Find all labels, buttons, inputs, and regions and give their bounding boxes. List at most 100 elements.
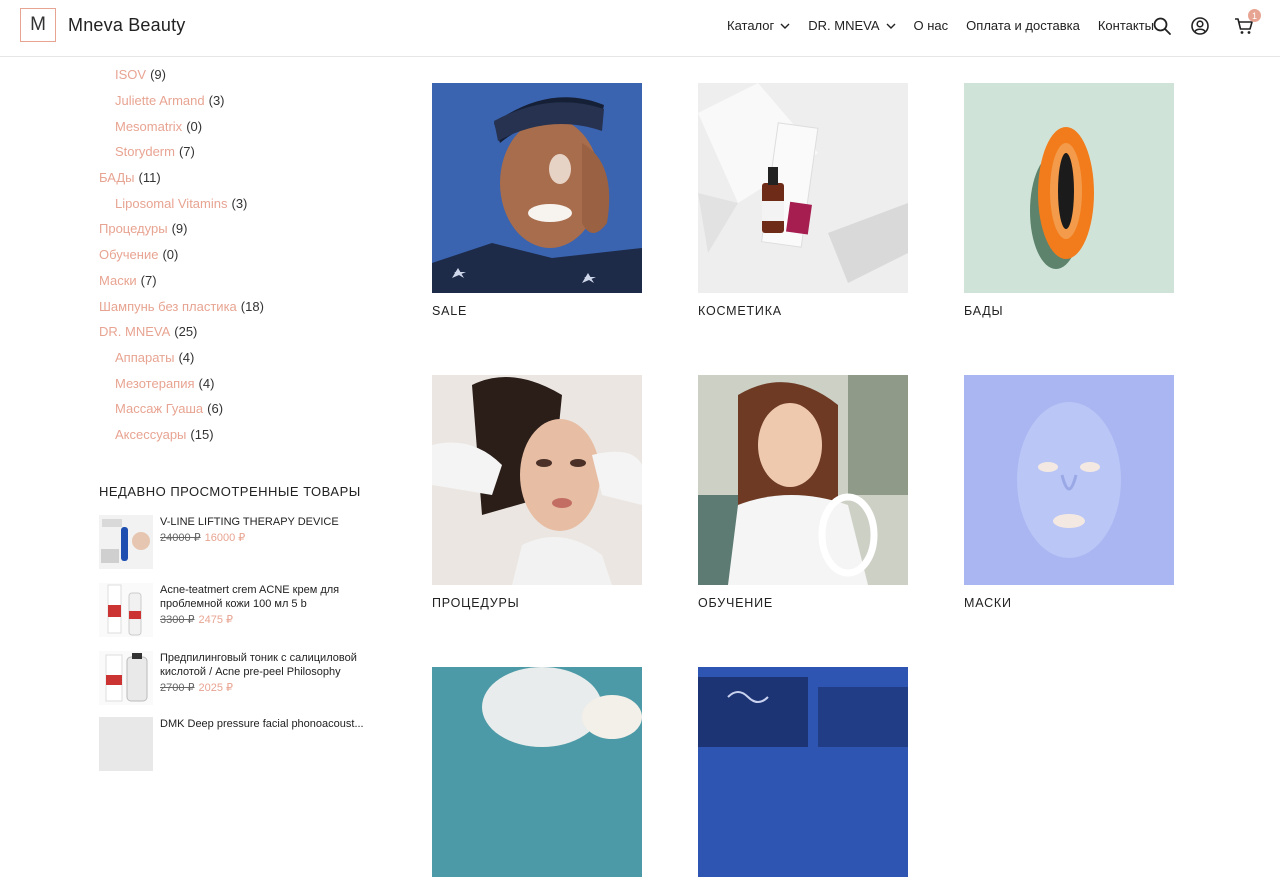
category-link[interactable]: Массаж Гуаша <box>115 401 203 416</box>
site-header: M Mneva Beauty Каталог DR. MNEVA О нас О… <box>0 0 1280 57</box>
category-item[interactable]: Обучение (0) <box>99 242 399 268</box>
nav-dr-mneva-label: DR. MNEVA <box>808 18 880 33</box>
category-link[interactable]: Mesomatrix <box>115 119 182 134</box>
category-link[interactable]: БАДы <box>99 170 135 185</box>
category-link[interactable]: Аппараты <box>115 350 174 365</box>
category-card-masks[interactable]: МАСКИ <box>964 375 1174 610</box>
nav-dr-mneva[interactable]: DR. MNEVA <box>808 18 896 33</box>
category-link[interactable]: DR. MNEVA <box>99 324 170 339</box>
category-card[interactable] <box>698 667 908 888</box>
category-link[interactable]: Обучение <box>99 247 158 262</box>
category-card[interactable] <box>432 667 642 888</box>
nav-contacts[interactable]: Контакты <box>1098 18 1154 33</box>
product-thumbnail[interactable] <box>99 515 153 569</box>
category-link[interactable]: Процедуры <box>99 221 168 236</box>
nav-catalog-label: Каталог <box>727 18 775 33</box>
category-count: (9) <box>150 67 166 83</box>
chevron-down-icon <box>886 23 896 29</box>
category-item[interactable]: DR. MNEVA (25) <box>99 319 399 345</box>
product-info: DMK Deep pressure facial phonoacoust... <box>160 717 370 731</box>
sale-price: 16000 ₽ <box>204 532 246 544</box>
product-thumbnail[interactable] <box>99 717 153 771</box>
category-item[interactable]: Маски (7) <box>99 268 399 294</box>
category-image[interactable] <box>698 667 908 877</box>
old-price: 24000 ₽ <box>160 532 201 544</box>
product-name[interactable]: V-LINE LIFTING THERAPY DEVICE <box>160 515 370 529</box>
category-card-cosmetics[interactable]: КОСМЕТИКА <box>698 83 908 318</box>
category-count: (3) <box>231 195 248 211</box>
category-image[interactable] <box>964 375 1174 585</box>
product-thumbnail[interactable] <box>99 651 153 705</box>
category-item[interactable]: БАДы (11) <box>99 165 399 191</box>
cart-count-badge: 1 <box>1248 9 1261 22</box>
category-item[interactable]: Мезотерапия (4) <box>99 370 399 396</box>
category-image[interactable] <box>698 375 908 585</box>
category-count: (0) <box>186 118 203 134</box>
category-card-sale[interactable]: SALE <box>432 83 642 318</box>
category-image[interactable] <box>698 83 908 293</box>
category-count: (11) <box>138 170 161 186</box>
price-row: 2700 ₽2025 ₽ <box>160 681 370 695</box>
category-title[interactable]: SALE <box>432 304 642 318</box>
category-item[interactable]: Juliette Armand (3) <box>99 88 399 114</box>
product-info: Acne-teatmert crem ACNE крем для проблем… <box>160 583 370 627</box>
logo-letter: M <box>30 14 46 35</box>
product-name[interactable]: Предпилинговый тоник с салициловой кисло… <box>160 651 370 679</box>
category-card-education[interactable]: ОБУЧЕНИЕ <box>698 375 908 610</box>
category-link[interactable]: Мезотерапия <box>115 376 195 391</box>
product-info: V-LINE LIFTING THERAPY DEVICE 24000 ₽160… <box>160 515 370 545</box>
category-count: (25) <box>174 324 198 340</box>
category-link[interactable]: Маски <box>99 273 137 288</box>
search-icon[interactable] <box>1152 16 1172 36</box>
category-title[interactable]: ПРОЦЕДУРЫ <box>432 596 642 610</box>
category-count: (0) <box>162 247 179 263</box>
category-count: (4) <box>198 375 215 391</box>
category-item[interactable]: Mesomatrix (0) <box>99 113 399 139</box>
category-title[interactable]: БАДЫ <box>964 304 1174 318</box>
logo[interactable]: M <box>20 8 56 42</box>
category-link[interactable]: Шампунь без пластика <box>99 299 237 314</box>
nav-payment-delivery[interactable]: Оплата и доставка <box>966 18 1080 33</box>
recent-products-heading: НЕДАВНО ПРОСМОТРЕННЫЕ ТОВАРЫ <box>99 484 361 499</box>
category-image[interactable] <box>432 667 642 877</box>
sale-price: 2025 ₽ <box>198 682 234 694</box>
old-price: 2700 ₽ <box>160 682 195 694</box>
category-item[interactable]: Шампунь без пластика (18) <box>99 293 399 319</box>
category-image[interactable] <box>432 83 642 293</box>
category-title[interactable]: КОСМЕТИКА <box>698 304 908 318</box>
category-item[interactable]: ISOV (9) <box>99 62 399 88</box>
category-item[interactable]: Массаж Гуаша (6) <box>99 396 399 422</box>
category-link[interactable]: Liposomal Vitamins <box>115 196 227 211</box>
product-thumbnail[interactable] <box>99 583 153 637</box>
price-row: 3300 ₽2475 ₽ <box>160 613 370 627</box>
category-image[interactable] <box>964 83 1174 293</box>
price-row: 24000 ₽16000 ₽ <box>160 531 370 545</box>
category-image[interactable] <box>432 375 642 585</box>
category-count: (15) <box>190 426 214 442</box>
category-item[interactable]: Liposomal Vitamins (3) <box>99 190 399 216</box>
category-title[interactable]: ОБУЧЕНИЕ <box>698 596 908 610</box>
category-link[interactable]: Аксессуары <box>115 427 186 442</box>
category-count: (7) <box>140 272 157 288</box>
category-item[interactable]: Процедуры (9) <box>99 216 399 242</box>
category-count: (9) <box>171 221 188 237</box>
category-title[interactable]: МАСКИ <box>964 596 1174 610</box>
product-name[interactable]: DMK Deep pressure facial phonoacoust... <box>160 717 370 731</box>
category-link[interactable]: Juliette Armand <box>115 93 205 108</box>
nav-about[interactable]: О нас <box>914 18 949 33</box>
nav-catalog[interactable]: Каталог <box>727 18 790 33</box>
category-card-supplements[interactable]: БАДЫ <box>964 83 1174 318</box>
account-icon[interactable] <box>1190 16 1210 36</box>
category-link[interactable]: Storyderm <box>115 144 175 159</box>
category-link[interactable]: ISOV <box>115 67 146 82</box>
product-name[interactable]: Acne-teatmert crem ACNE крем для проблем… <box>160 583 370 611</box>
main-nav: Каталог DR. MNEVA О нас Оплата и доставк… <box>727 18 1172 33</box>
chevron-down-icon <box>780 23 790 29</box>
sale-price: 2475 ₽ <box>198 614 234 626</box>
category-item[interactable]: Аппараты (4) <box>99 345 399 371</box>
nav-about-label: О нас <box>913 18 949 33</box>
brand-name[interactable]: Mneva Beauty <box>68 15 185 36</box>
category-card-procedures[interactable]: ПРОЦЕДУРЫ <box>432 375 642 610</box>
category-item[interactable]: Аксессуары (15) <box>99 422 399 448</box>
category-item[interactable]: Storyderm (7) <box>99 139 399 165</box>
